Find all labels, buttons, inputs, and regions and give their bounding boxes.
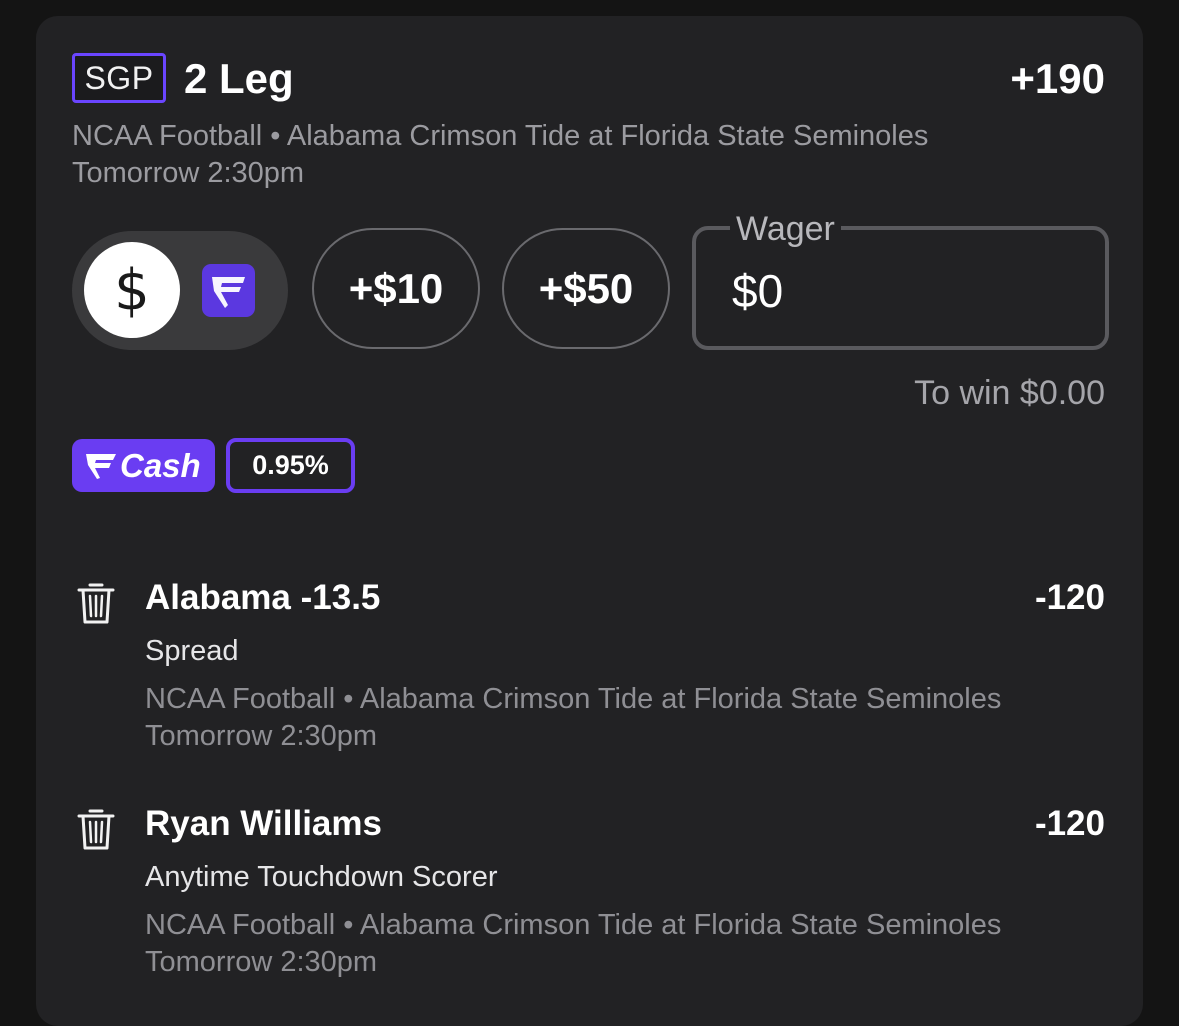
fcash-rate-badge: 0.95% <box>226 438 355 493</box>
fanduel-logo-icon <box>212 277 245 308</box>
leg-odds: -120 <box>1034 578 1105 617</box>
dollar-symbol: $ <box>114 257 150 323</box>
to-win-amount: To win $0.00 <box>914 374 1105 412</box>
bet-slip-card: SGP 2 Leg +190 NCAA Football • Alabama C… <box>36 16 1143 1026</box>
sgp-badge: SGP <box>72 53 166 103</box>
wager-value[interactable]: $0 <box>732 264 783 318</box>
leg-time: Tomorrow 2:30pm <box>145 720 378 752</box>
leg-odds: -120 <box>1034 804 1105 843</box>
dollar-icon[interactable]: $ <box>84 242 180 338</box>
fcash-label: Cash <box>120 446 201 484</box>
leg-market: Spread <box>145 635 239 667</box>
add-50-button[interactable]: +$50 <box>502 228 670 349</box>
leg-event: NCAA Football • Alabama Crimson Tide at … <box>145 909 1002 941</box>
leg-event: NCAA Football • Alabama Crimson Tide at … <box>145 683 1002 715</box>
leg-selection: Ryan Williams <box>145 804 382 843</box>
leg-item: Ryan Williams -120 Anytime Touchdown Sco… <box>36 803 1143 983</box>
parlay-time: Tomorrow 2:30pm <box>72 157 305 189</box>
wager-input[interactable]: Wager $0 <box>692 210 1109 350</box>
leg-time: Tomorrow 2:30pm <box>145 946 378 978</box>
parlay-event: NCAA Football • Alabama Crimson Tide at … <box>72 120 929 152</box>
trash-icon[interactable] <box>76 581 116 625</box>
leg-item: Alabama -13.5 -120 Spread NCAA Football … <box>36 577 1143 757</box>
leg-market: Anytime Touchdown Scorer <box>145 861 498 893</box>
fanduel-f-icon <box>86 453 116 479</box>
fanduel-shield-icon[interactable] <box>202 264 255 317</box>
fcash-badge: Cash <box>72 439 215 492</box>
trash-icon[interactable] <box>76 807 116 851</box>
add-10-button[interactable]: +$10 <box>312 228 480 349</box>
wager-label: Wager <box>730 210 841 248</box>
parlay-title: 2 Leg <box>184 55 294 102</box>
parlay-odds: +190 <box>1010 55 1105 102</box>
leg-selection: Alabama -13.5 <box>145 578 381 617</box>
currency-toggle[interactable]: $ <box>72 231 288 350</box>
